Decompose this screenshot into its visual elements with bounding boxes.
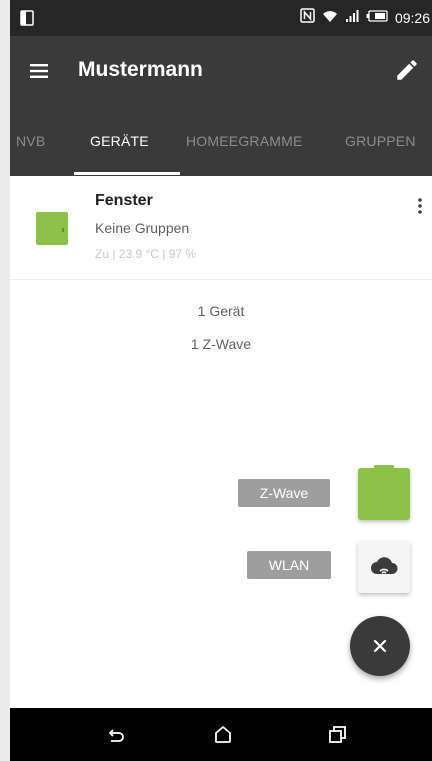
home-icon[interactable] — [212, 724, 234, 746]
close-icon — [373, 639, 387, 653]
cloud-wifi-icon — [371, 557, 398, 574]
divider — [10, 279, 432, 280]
status-time: 09:26 — [394, 10, 430, 26]
device-count: 1 Gerät — [197, 303, 245, 319]
device-groups: Keine Gruppen — [95, 220, 190, 236]
add-wlan-button[interactable] — [358, 541, 410, 593]
battery-icon — [366, 9, 388, 27]
tab-indicator — [74, 172, 180, 175]
close-speed-dial-button[interactable] — [350, 616, 410, 676]
device-status: Zu | 23.9 °C | 97 % — [95, 247, 197, 261]
zwave-count: 1 Z-Wave — [190, 336, 252, 352]
tab-homeegramme[interactable]: HOMEEGRAMME — [186, 106, 303, 176]
page-title: Mustermann — [78, 58, 203, 81]
wifi-icon — [322, 9, 338, 28]
notification-icon — [20, 10, 34, 26]
signal-icon — [345, 9, 359, 28]
device-list-item[interactable]: Fenster Keine Gruppen Zu | 23.9 °C | 97 … — [10, 176, 432, 280]
hamburger-menu-icon[interactable] — [28, 59, 52, 83]
tab-gruppen[interactable]: GRUPPEN — [345, 106, 416, 176]
more-vert-icon[interactable] — [410, 196, 430, 216]
system-nav-bar — [10, 708, 432, 761]
tab-bar: NVB GERÄTE HOMEEGRAMME GRUPPEN — [10, 106, 432, 176]
recents-icon[interactable] — [326, 724, 348, 746]
wlan-label[interactable]: WLAN — [247, 551, 331, 579]
app-bar: Mustermann — [10, 36, 432, 106]
tab-geraete[interactable]: GERÄTE — [90, 106, 149, 176]
pencil-icon[interactable] — [394, 57, 420, 83]
nfc-icon — [300, 8, 315, 28]
phone-screen: 09:26 Mustermann NVB GERÄTE HOMEEGRAMME … — [10, 0, 432, 761]
tab-nvb[interactable]: NVB — [16, 106, 45, 176]
zwave-label[interactable]: Z-Wave — [238, 479, 330, 507]
window-contact-icon — [36, 212, 68, 245]
add-zwave-button[interactable] — [358, 465, 410, 520]
device-name: Fenster — [95, 192, 153, 209]
status-bar: 09:26 — [10, 0, 432, 36]
back-icon[interactable] — [105, 724, 127, 746]
